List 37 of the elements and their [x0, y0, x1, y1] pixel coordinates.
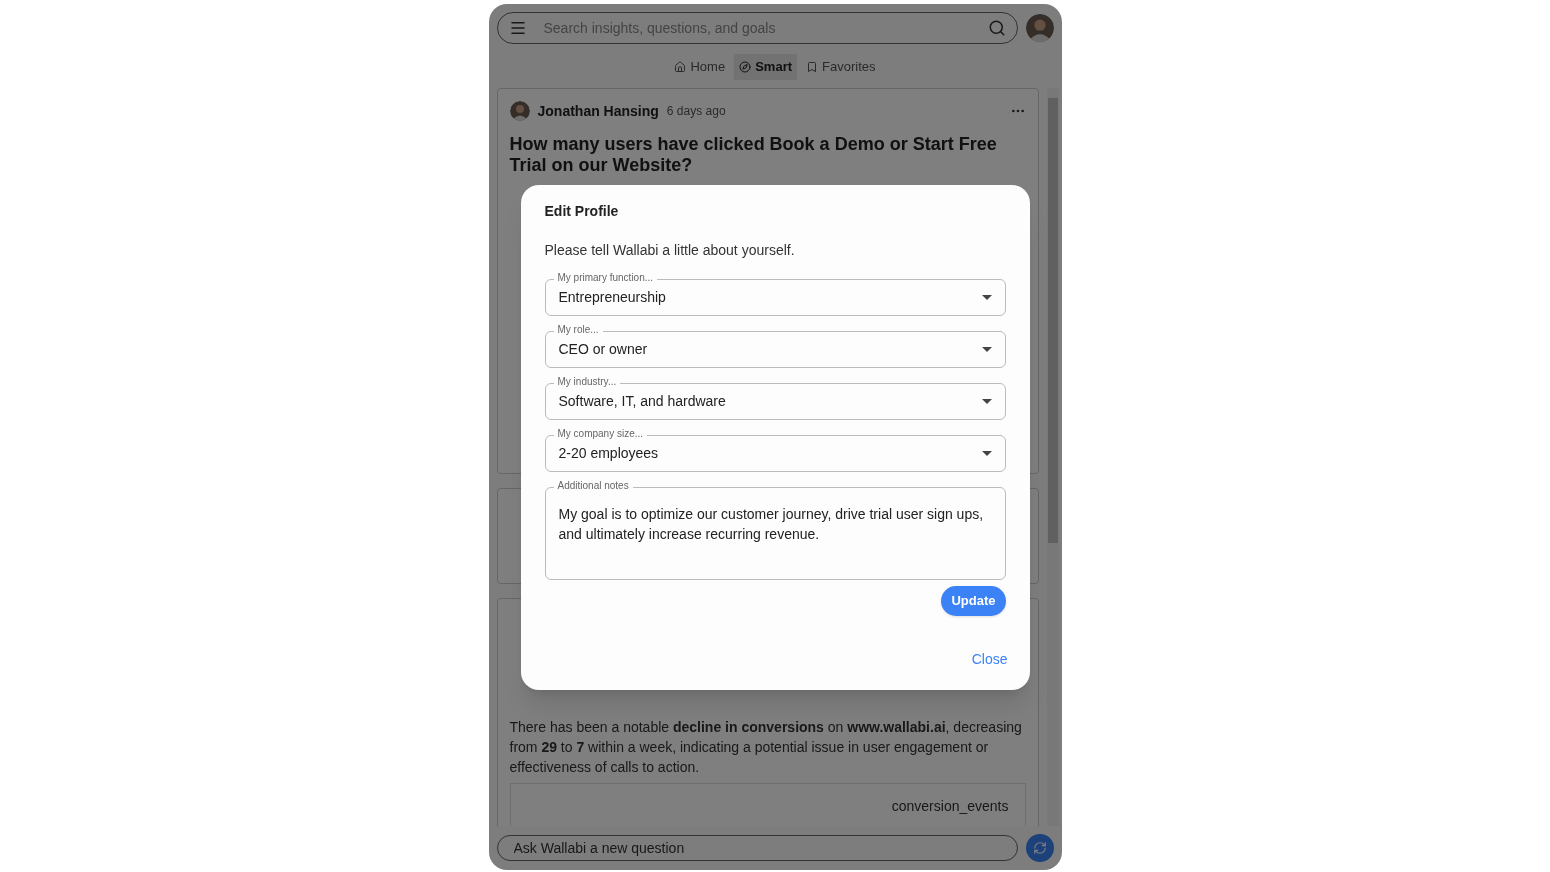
avatar-icon [1025, 14, 1054, 42]
dropdown-caret-icon [981, 399, 992, 404]
field-value: 2-20 employees [558, 444, 659, 463]
home-icon [674, 60, 687, 73]
update-button[interactable]: Update [941, 586, 1006, 616]
search-icon[interactable] [987, 19, 1006, 37]
notes-text: My goal is to optimize our customer journey, drive trial user sign ups, and ultimately increase recurring revenue. [558, 505, 985, 544]
field-label: My role... [553, 323, 603, 337]
dialog-intro: Please tell Wallabi a little about yourself. [544, 241, 796, 260]
column-header: conversion_events [891, 796, 1009, 816]
avatar-icon [509, 101, 530, 121]
author-name: Jonathan Hansing [537, 101, 659, 121]
field-value: Software, IT, and hardware [558, 392, 726, 411]
nav-tab[interactable]: Favorites [801, 54, 881, 80]
refresh-button[interactable] [1025, 834, 1054, 862]
compass-icon [739, 60, 752, 73]
question-title: How many users have clicked Book a Demo or Start Free Trial on our Website? [509, 133, 998, 176]
dropdown-caret-icon [981, 451, 992, 456]
nav-tab[interactable]: Smart [734, 54, 798, 80]
refresh-icon [1032, 841, 1047, 855]
field-label: My company size... [553, 427, 648, 441]
field-value: Entrepreneurship [558, 288, 666, 307]
field-value: CEO or owner [558, 340, 648, 359]
close-button[interactable]: Close [971, 649, 1008, 670]
dialog-title: Edit Profile [544, 202, 620, 221]
dropdown-caret-icon [981, 295, 992, 300]
scrollbar[interactable] [1046, 87, 1059, 826]
dropdown-caret-icon [981, 347, 992, 352]
search-field[interactable]: Search insights, questions, and goals [496, 12, 1018, 44]
menu-icon[interactable] [508, 19, 527, 37]
field-label: My primary function... [553, 271, 658, 285]
insight-text: There has been a notable decline in conversions on www.wallabi.ai, decreasing from 29 to 7 within a week, indicating a potential issue in user engagement or effectiveness of calls to action. [509, 717, 1023, 777]
post-time: 6 days ago [666, 103, 726, 120]
field-label: My industry... [553, 375, 621, 389]
bookmark-icon [806, 60, 819, 73]
nav-tab[interactable]: Home [669, 54, 731, 80]
ask-field[interactable]: Ask Wallabi a new question [496, 835, 1018, 861]
